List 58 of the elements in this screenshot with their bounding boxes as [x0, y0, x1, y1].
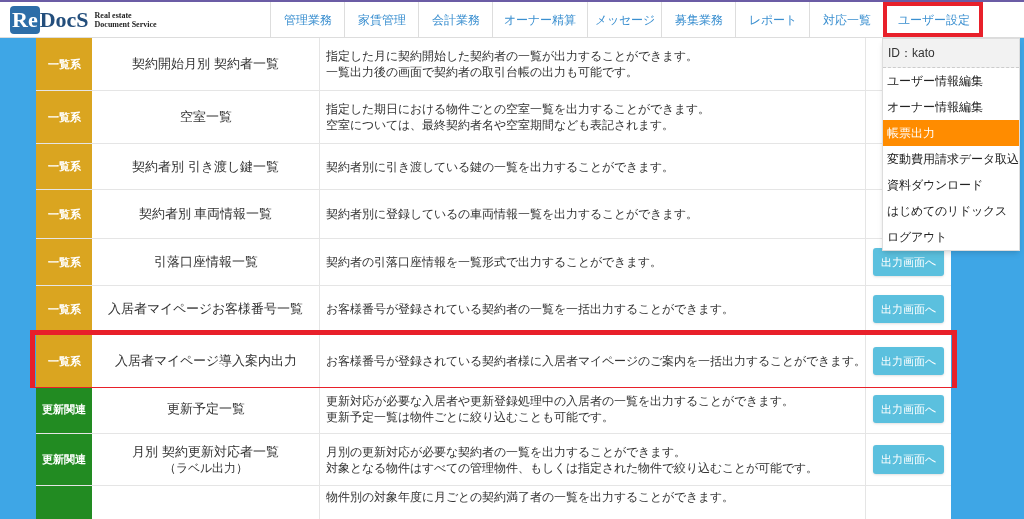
report-name: 入居者マイページ導入案内出力: [114, 353, 297, 369]
nav-tab[interactable]: 管理業務: [270, 2, 344, 37]
category-cell: 更新関連: [36, 385, 92, 433]
report-description: 空室については、最終契約者名や空室期間なども表記されます。: [326, 117, 675, 133]
nav-tab[interactable]: 家賃管理: [344, 2, 418, 37]
menu-item[interactable]: はじめてのリドックス: [883, 198, 1019, 224]
category-cell: 一覧系: [36, 286, 92, 332]
output-screen-button[interactable]: 出力画面へ: [873, 394, 944, 424]
logo-re: Re: [10, 5, 40, 34]
nav-tab[interactable]: レポート: [735, 2, 809, 37]
report-description: 指定した月に契約開始した契約者の一覧が出力することができます。: [326, 48, 699, 64]
report-description: お客様番号が登録されている契約者様に入居者マイページのご案内を一括出力することができます。: [326, 353, 865, 369]
nav-tab[interactable]: 会計業務: [418, 2, 492, 37]
nav-tab[interactable]: 対応一覧: [809, 2, 883, 37]
menu-item[interactable]: 変動費用請求データ取込: [883, 146, 1019, 172]
menu-item[interactable]: オーナー情報編集: [883, 94, 1019, 120]
nav-tab[interactable]: オーナー精算: [492, 2, 587, 37]
category-cell: 一覧系: [36, 335, 92, 387]
report-description: 一覧出力後の画面で契約者の取引台帳の出力も可能です。: [326, 64, 639, 80]
report-description: 物件別の対象年度に月ごとの契約満了者の一覧を出力することができます。: [326, 489, 735, 505]
report-name: 入居者マイページお客様番号一覧: [108, 301, 303, 317]
category-cell: 更新関連: [36, 434, 92, 485]
report-name: （ラベル出力）: [163, 459, 248, 476]
report-name: 更新予定一覧: [166, 401, 245, 417]
report-description: お客様番号が登録されている契約者の一覧を一括出力することができます。: [326, 301, 735, 317]
report-name: 引落口座情報一覧: [153, 254, 258, 270]
category-cell: 一覧系: [36, 190, 92, 238]
category-cell: 一覧系: [36, 144, 92, 189]
logo-tagline: Real estate: [94, 10, 133, 20]
output-screen-button[interactable]: 出力画面へ: [873, 445, 944, 474]
output-screen-button[interactable]: 出力画面へ: [873, 346, 944, 376]
nav-tab[interactable]: メッセージ: [587, 2, 661, 37]
report-description: 契約者別に引き渡している鍵の一覧を出力することができます。: [326, 158, 675, 175]
report-description: 契約者別に登録しているの車両情報一覧を出力することができます。: [326, 206, 699, 222]
menu-item[interactable]: ユーザー情報編集: [883, 68, 1019, 94]
report-description: 月別の更新対応が必要な契約者の一覧を出力することができます。: [326, 443, 687, 460]
category-cell: 一覧系: [36, 91, 92, 143]
user-id-label: ID：kato: [883, 39, 1019, 68]
menu-item[interactable]: ログアウト: [883, 224, 1019, 250]
menu-item[interactable]: 帳票出力: [883, 120, 1019, 146]
output-screen-button[interactable]: 出力画面へ: [873, 294, 944, 324]
logo-tagline: Document Service: [94, 19, 157, 29]
category-cell: 一覧系: [36, 38, 92, 90]
nav-tab[interactable]: 募集業務: [661, 2, 735, 37]
report-description: 指定した期日における物件ごとの空室一覧を出力することができます。: [326, 101, 711, 117]
report-description: 契約者の引落口座情報を一覧形式で出力することができます。: [326, 254, 663, 270]
nav-tab[interactable]: ユーザー設定: [883, 2, 983, 37]
menu-item[interactable]: 資料ダウンロード: [883, 172, 1019, 198]
report-name: 月別 契約更新対応者一覧: [132, 443, 279, 460]
report-name: 契約開始月別 契約者一覧: [132, 56, 279, 72]
category-cell: 一覧系: [36, 239, 92, 285]
report-description: 対象となる物件はすべての管理物件、もしくは指定された物件で絞り込むことが可能です。: [326, 459, 819, 476]
report-name: 契約者別 引き渡し鍵一覧: [132, 158, 279, 175]
report-description: 更新対応が必要な入居者や更新登録処理中の入居者の一覧を出力することができます。: [326, 393, 795, 409]
report-description: 更新予定一覧は物件ごとに絞り込むことも可能です。: [326, 409, 615, 425]
report-name: 契約者別 車両情報一覧: [138, 206, 273, 222]
logo-docs: DocS: [39, 5, 89, 34]
report-name: 空室一覧: [179, 109, 232, 125]
